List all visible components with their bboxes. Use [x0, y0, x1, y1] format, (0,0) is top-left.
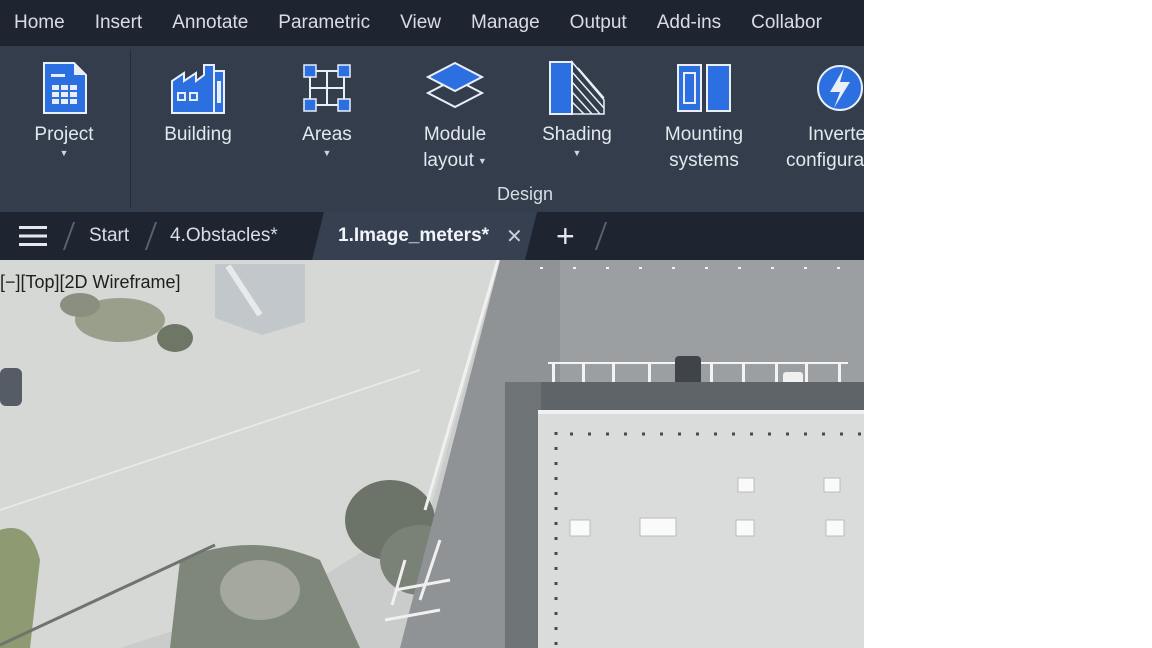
- ribbon-tab-bar: Home Insert Annotate Parametric View Man…: [0, 0, 864, 46]
- shading-icon: [548, 58, 606, 118]
- menu-annotate[interactable]: Annotate: [158, 12, 264, 34]
- project-icon: [40, 58, 88, 118]
- close-tab-icon[interactable]: ✕: [506, 212, 523, 260]
- project-button[interactable]: Project ▼: [24, 46, 104, 176]
- tab-1-image-meters[interactable]: 1.Image_meters*: [338, 212, 489, 260]
- module-layout-label-line2: layout: [423, 150, 474, 172]
- areas-label: Areas: [302, 124, 352, 145]
- mounting-systems-icon: [676, 58, 732, 118]
- module-layout-label-line1: Module: [423, 124, 487, 145]
- mounting-systems-button[interactable]: Mounting systems: [652, 46, 756, 176]
- dropdown-arrow-icon: ▼: [322, 148, 332, 158]
- areas-button[interactable]: Areas ▼: [285, 46, 369, 176]
- viewport-controls-label[interactable]: [−][Top][2D Wireframe]: [0, 272, 181, 293]
- tab-separator: [144, 222, 158, 250]
- menu-output[interactable]: Output: [556, 12, 643, 34]
- building-icon: [170, 58, 226, 118]
- inverter-label-line2: configura: [786, 150, 864, 171]
- ribbon-separator: [130, 50, 131, 208]
- tab-start[interactable]: Start: [89, 212, 129, 260]
- dropdown-arrow-icon: ▼: [572, 148, 582, 158]
- dropdown-arrow-icon: ▼: [477, 156, 487, 166]
- building-button[interactable]: Building: [155, 46, 241, 176]
- menu-parametric[interactable]: Parametric: [264, 12, 386, 34]
- new-tab-plus-icon[interactable]: +: [556, 212, 575, 260]
- drawing-viewport[interactable]: [−][Top][2D Wireframe]: [0, 260, 864, 648]
- tab-4-obstacles[interactable]: 4.Obstacles*: [170, 212, 278, 260]
- menu-home[interactable]: Home: [0, 12, 81, 34]
- shading-button[interactable]: Shading ▼: [532, 46, 622, 176]
- menu-insert[interactable]: Insert: [81, 12, 159, 34]
- hamburger-menu-icon[interactable]: [18, 212, 48, 260]
- tab-separator: [62, 222, 76, 250]
- cad-application-window: Home Insert Annotate Parametric View Man…: [0, 0, 864, 648]
- module-layout-icon: [426, 58, 484, 118]
- project-label: Project: [34, 124, 94, 145]
- dropdown-arrow-icon: ▼: [59, 148, 69, 158]
- tab-separator: [594, 222, 608, 250]
- ribbon-panel: Project ▼ Building Areas ▼ Module layout…: [0, 46, 864, 212]
- module-layout-button[interactable]: Module layout ▼: [405, 46, 505, 176]
- document-tab-bar: Start 4.Obstacles* 1.Image_meters* ✕ +: [0, 212, 864, 260]
- mounting-systems-label-line2: systems: [669, 150, 739, 171]
- shading-label: Shading: [542, 124, 612, 145]
- areas-icon: [302, 58, 352, 118]
- building-label: Building: [164, 124, 232, 145]
- inverter-icon: [814, 58, 864, 118]
- menu-add-ins[interactable]: Add-ins: [643, 12, 737, 34]
- inverter-configuration-button[interactable]: Inverte configura: [782, 46, 864, 176]
- menu-manage[interactable]: Manage: [457, 12, 556, 34]
- aerial-image-underlay: [0, 260, 864, 648]
- mounting-systems-label-line1: Mounting: [664, 124, 744, 145]
- menu-view[interactable]: View: [386, 12, 457, 34]
- ribbon-group-design-label: Design: [496, 184, 554, 204]
- inverter-label-line1: Inverte: [808, 124, 864, 145]
- menu-collaborate[interactable]: Collabor: [737, 12, 838, 34]
